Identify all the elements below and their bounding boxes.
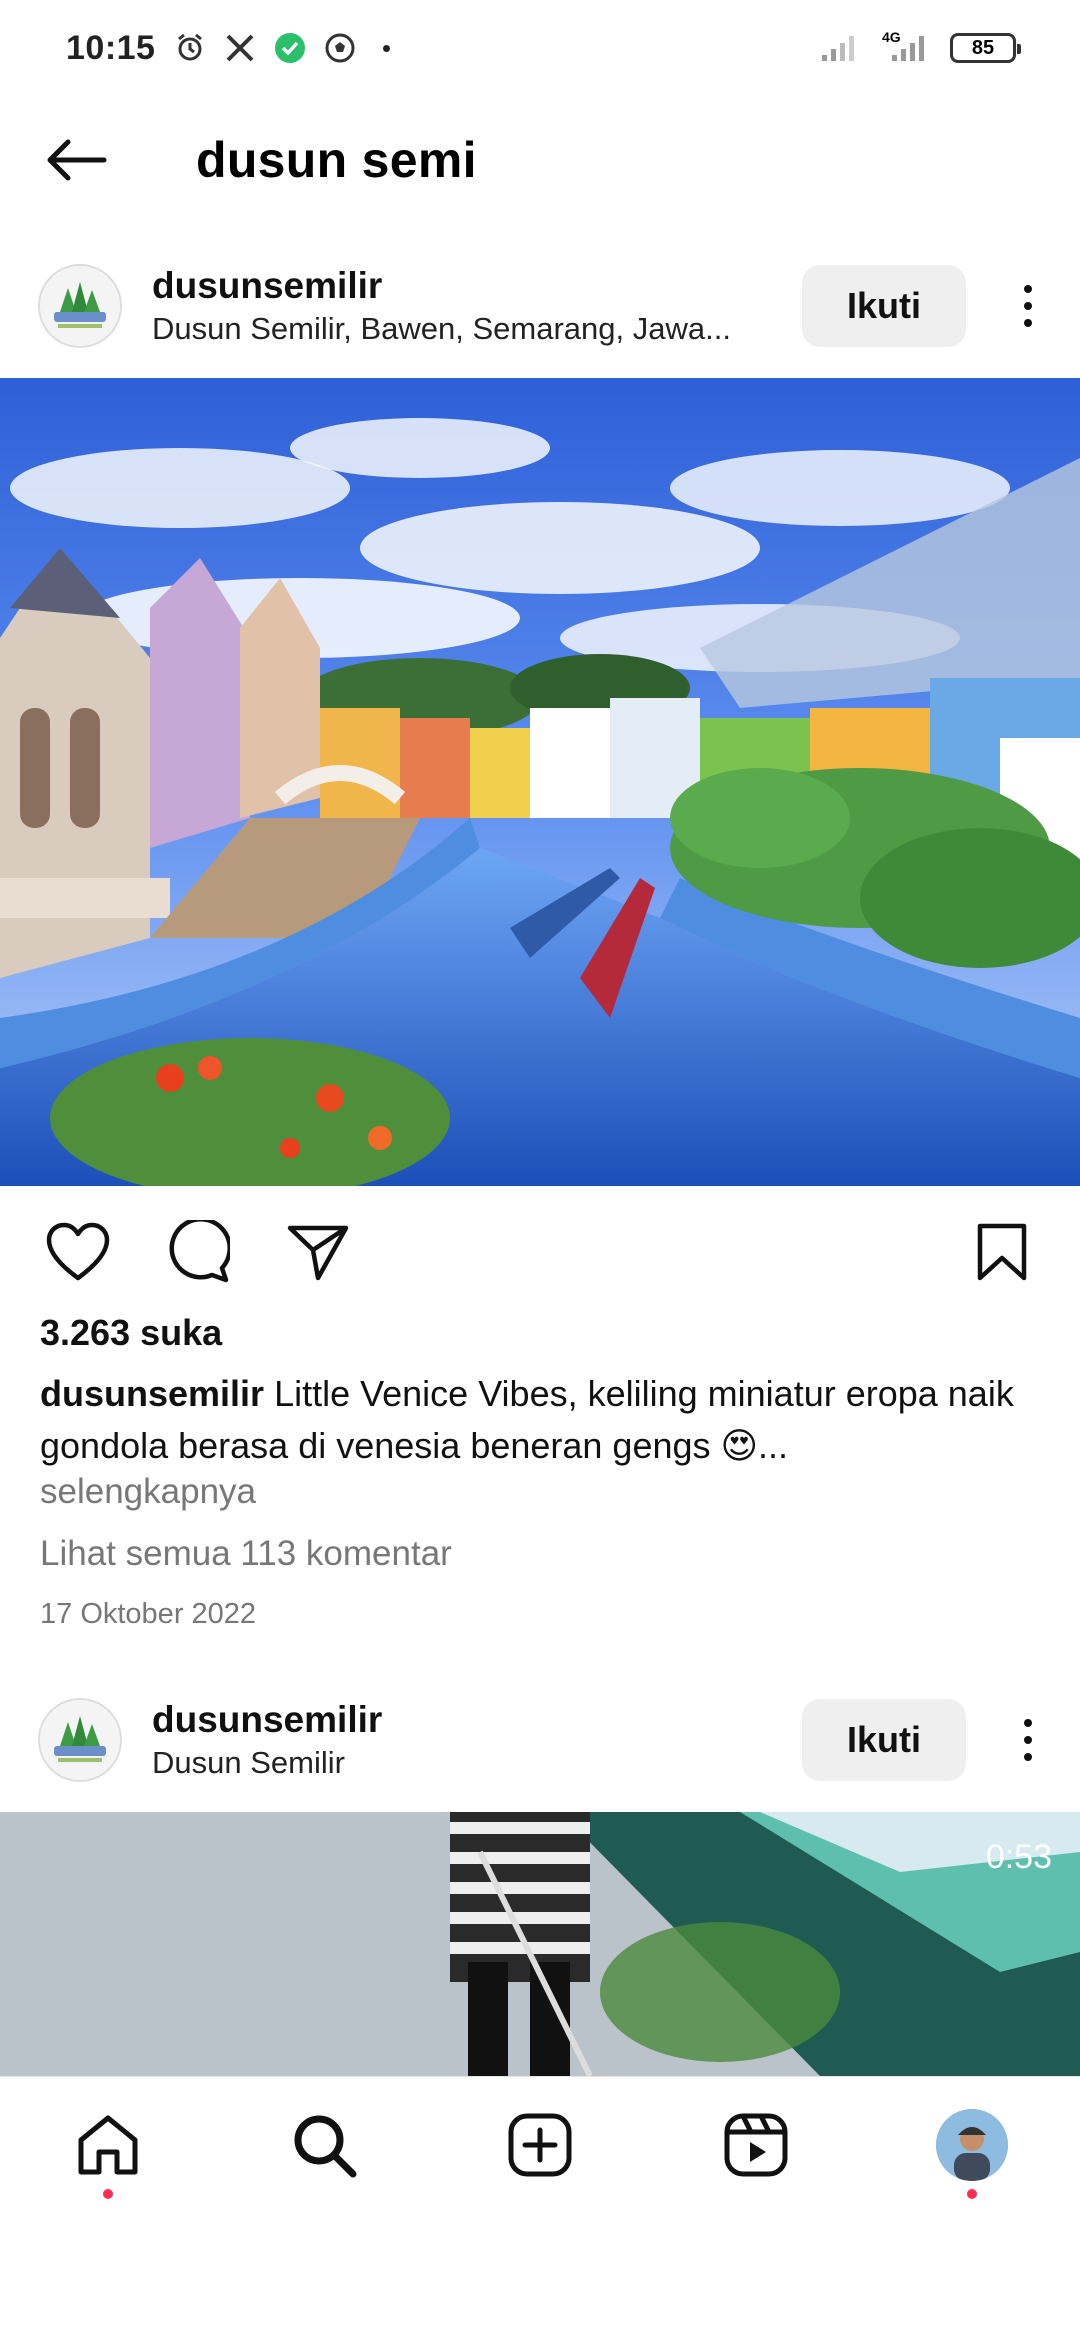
more-notifications-dot	[383, 44, 391, 52]
like-count[interactable]: 3.263 suka	[40, 1312, 222, 1354]
bookmark-icon	[977, 1223, 1027, 1281]
more-options-button[interactable]	[1008, 1699, 1048, 1781]
post-caption: dusunsemilir Little Venice Vibes, kelili…	[40, 1368, 1050, 1472]
nav-reels[interactable]	[718, 2107, 794, 2183]
network-type: 4G	[882, 29, 901, 45]
plus-square-icon	[508, 2113, 572, 2177]
home-icon	[78, 2115, 138, 2175]
profile-photo	[936, 2109, 1008, 2181]
post-header: dusunsemilir Dusun Semilir Ikuti	[0, 1682, 1080, 1798]
view-comments-link[interactable]: Lihat semua 113 komentar	[40, 1534, 452, 1574]
bottom-navigation	[0, 2076, 1080, 2212]
post-video[interactable]: 0:53	[0, 1812, 1080, 2076]
search-icon	[294, 2115, 357, 2178]
like-button[interactable]	[44, 1218, 112, 1286]
nav-profile[interactable]	[934, 2107, 1010, 2199]
post-actions	[0, 1210, 1080, 1290]
arrow-left-icon	[47, 139, 107, 181]
status-bar: 10:15 4G 85	[0, 0, 1080, 96]
comment-button[interactable]	[164, 1218, 232, 1286]
avatar	[936, 2109, 1008, 2181]
share-button[interactable]	[284, 1218, 352, 1286]
nav-home[interactable]	[70, 2107, 146, 2199]
post-location[interactable]: Dusun Semilir, Bawen, Semarang, Jawa...	[152, 311, 772, 347]
search-results-header: dusun semi	[0, 110, 1080, 210]
alarm-icon	[173, 31, 207, 65]
post-image[interactable]	[0, 378, 1080, 1186]
home-notification-dot	[103, 2189, 113, 2199]
save-button[interactable]	[968, 1218, 1036, 1286]
soccer-ball-icon	[323, 31, 357, 65]
follow-button[interactable]: Ikuti	[802, 265, 966, 347]
status-system-icons: 4G 85	[820, 29, 1021, 65]
caption-username[interactable]: dusunsemilir	[40, 1373, 264, 1414]
signal-4g-icon: 4G	[878, 29, 932, 65]
nav-create[interactable]	[502, 2107, 578, 2183]
post-location[interactable]: Dusun Semilir	[152, 1745, 772, 1781]
battery-indicator: 85	[950, 33, 1021, 63]
post-username[interactable]: dusunsemilir	[152, 265, 772, 307]
profile-notification-dot	[967, 2189, 977, 2199]
video-thumbnail	[0, 1812, 1080, 2076]
see-more-link[interactable]: selengkapnya	[40, 1472, 256, 1512]
status-notification-icons	[173, 31, 391, 65]
signal-icon	[820, 31, 860, 65]
more-options-button[interactable]	[1008, 265, 1048, 347]
account-avatar[interactable]	[38, 1698, 122, 1782]
post-header: dusunsemilir Dusun Semilir, Bawen, Semar…	[0, 248, 1080, 364]
nav-search[interactable]	[286, 2107, 362, 2183]
back-button[interactable]	[36, 120, 116, 200]
comment-icon	[169, 1220, 230, 1283]
status-time: 10:15	[66, 28, 156, 67]
dusun-semilir-logo-icon	[40, 1700, 120, 1780]
send-icon	[287, 1225, 349, 1281]
account-avatar[interactable]	[38, 264, 122, 348]
page-title: dusun semi	[196, 132, 477, 188]
check-badge-icon	[273, 31, 307, 65]
heart-icon	[46, 1222, 110, 1281]
video-duration: 0:53	[985, 1838, 1052, 1876]
follow-button[interactable]: Ikuti	[802, 1699, 966, 1781]
canal-village-photo	[0, 378, 1080, 1186]
reels-icon	[724, 2113, 788, 2177]
post-date: 17 Oktober 2022	[40, 1598, 257, 1630]
dusun-semilir-logo-icon	[40, 266, 120, 346]
x-app-icon	[223, 31, 257, 65]
post-username[interactable]: dusunsemilir	[152, 1699, 772, 1741]
